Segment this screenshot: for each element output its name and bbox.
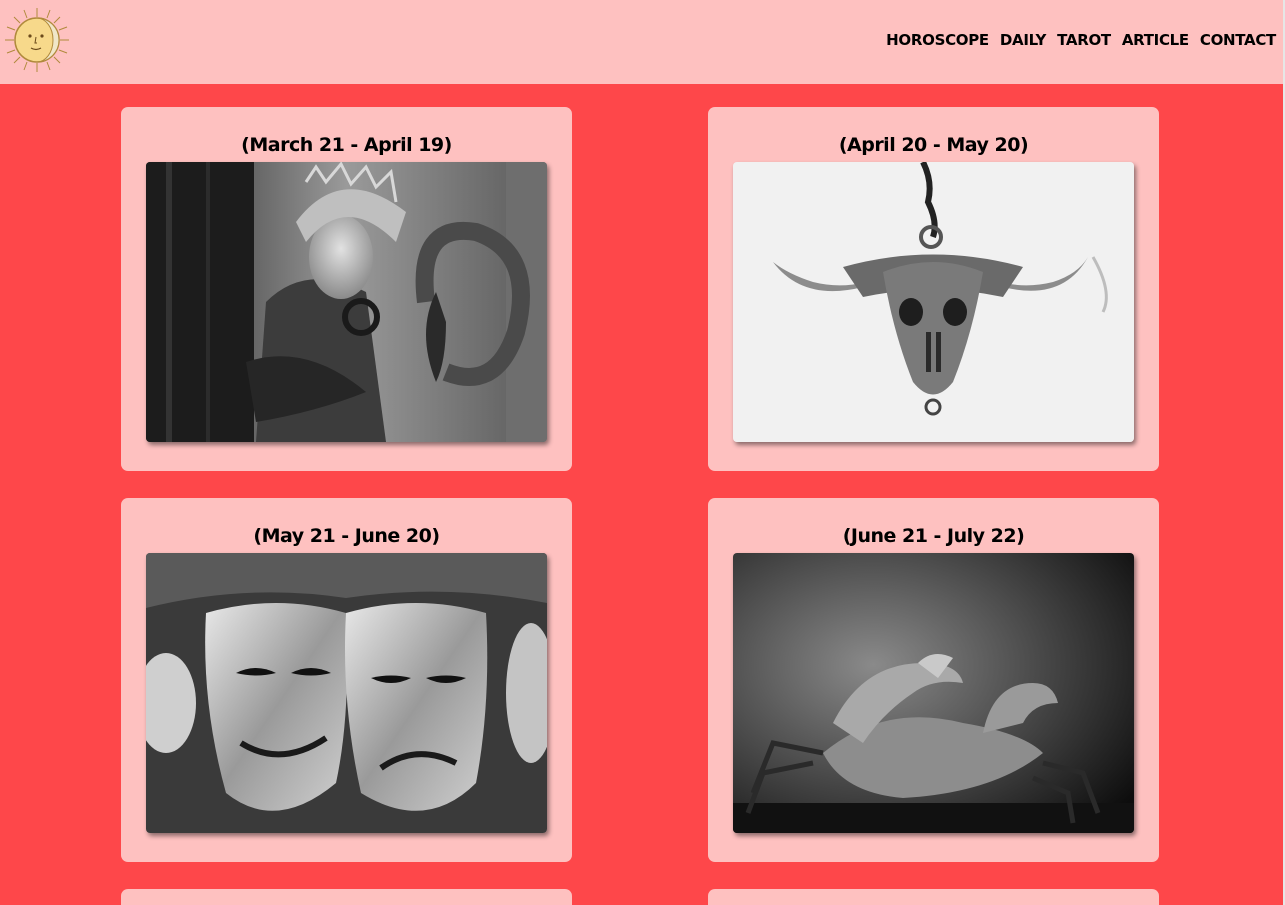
nav-tarot[interactable]: TAROT bbox=[1057, 31, 1111, 49]
card-image-bull-skull-pendant[interactable] bbox=[733, 162, 1134, 442]
zodiac-card-taurus[interactable]: (April 20 - May 20) bbox=[708, 107, 1159, 471]
zodiac-card-leo[interactable] bbox=[121, 889, 572, 905]
card-date-range: (May 21 - June 20) bbox=[253, 525, 440, 547]
card-image-woman-with-ram-horns[interactable] bbox=[146, 162, 547, 442]
card-image-comedy-tragedy-masks[interactable] bbox=[146, 553, 547, 833]
nav-contact[interactable]: CONTACT bbox=[1200, 31, 1276, 49]
site-header: HOROSCOPE DAILY TAROT ARTICLE CONTACT bbox=[0, 0, 1283, 84]
card-date-range: (March 21 - April 19) bbox=[241, 134, 452, 156]
nav-daily[interactable]: DAILY bbox=[1000, 31, 1047, 49]
card-date-range: (April 20 - May 20) bbox=[838, 134, 1029, 156]
zodiac-card-gemini[interactable]: (May 21 - June 20) bbox=[121, 498, 572, 862]
nav-horoscope[interactable]: HOROSCOPE bbox=[886, 31, 989, 49]
nav-article[interactable]: ARTICLE bbox=[1122, 31, 1189, 49]
zodiac-card-aries[interactable]: (March 21 - April 19) bbox=[121, 107, 572, 471]
sun-moon-icon[interactable] bbox=[4, 7, 70, 73]
zodiac-card-cancer[interactable]: (June 21 - July 22) bbox=[708, 498, 1159, 862]
main-nav: HOROSCOPE DAILY TAROT ARTICLE CONTACT bbox=[886, 31, 1276, 49]
card-date-range: (June 21 - July 22) bbox=[842, 525, 1025, 547]
card-image-crab[interactable] bbox=[733, 553, 1134, 833]
zodiac-card-virgo[interactable] bbox=[708, 889, 1159, 905]
